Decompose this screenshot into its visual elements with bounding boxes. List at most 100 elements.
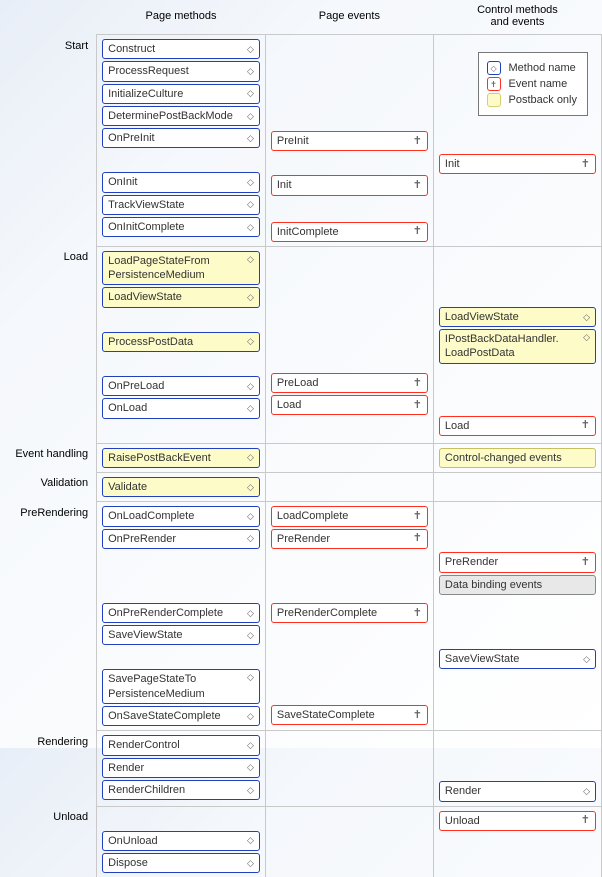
method-renderchildren: RenderChildren [102,780,260,800]
method-loadpagestate: LoadPageStateFrom PersistenceMedium [102,251,260,286]
cross-icon [581,815,590,826]
event-prerendercomplete: PreRenderComplete [271,603,428,623]
ctrl-method-loadviewstate: LoadViewState [439,307,596,327]
event-savestatecomplete: SaveStateComplete [271,705,428,725]
legend-method: ◇ Method name [487,61,577,75]
event-preinit: PreInit [271,131,428,151]
cross-icon [413,608,422,619]
method-onprerendercomplete: OnPreRenderComplete [102,603,260,623]
postback-swatch [487,93,501,107]
cross-icon [413,400,422,411]
method-construct: Construct [102,39,260,59]
legend: ◇ Method name ✝ Event name Postback only [478,52,588,116]
phase-validation: Validation [0,472,97,501]
diamond-icon [247,178,254,187]
method-onprerender: OnPreRender [102,529,260,549]
method-trackviewstate: TrackViewState [102,195,260,215]
diamond-icon [247,67,254,76]
diamond-icon: ◇ [487,61,501,75]
col-control: Control methods and events [433,0,601,35]
diamond-icon [247,483,254,492]
diamond-icon [247,200,254,209]
ctrl-method-saveviewstate: SaveViewState [439,649,596,669]
col-page-events: Page events [265,0,433,35]
lifecycle-table: Page methods Page events Control methods… [0,0,602,877]
diamond-icon [247,859,254,868]
method-saveviewstate: SaveViewState [102,625,260,645]
phase-start: Start [0,35,97,247]
diamond-icon [247,223,254,232]
diamond-icon [247,763,254,772]
diamond-icon [583,787,590,796]
event-loadcomplete: LoadComplete [271,506,428,526]
event-init: Init [271,175,428,195]
legend-event-label: Event name [509,78,568,90]
diamond-icon [247,293,254,302]
diamond-icon [247,112,254,121]
event-load: Load [271,395,428,415]
diamond-icon [583,333,590,342]
diamond-icon [247,786,254,795]
method-processrequest: ProcessRequest [102,61,260,81]
diamond-icon [247,89,254,98]
method-onpreload: OnPreLoad [102,376,260,396]
ctrl-databinding: Data binding events [439,575,596,595]
legend-method-label: Method name [509,62,576,74]
event-preload: PreLoad [271,373,428,393]
diamond-icon [247,512,254,521]
diamond-icon [247,609,254,618]
diamond-icon [583,655,590,664]
cross-icon [413,226,422,237]
diamond-icon [247,337,254,346]
cross-icon [581,557,590,568]
diamond-icon [247,534,254,543]
phase-load: Load [0,246,97,443]
method-render: Render [102,758,260,778]
method-onunload: OnUnload [102,831,260,851]
cross-icon [413,533,422,544]
diamond-icon [247,836,254,845]
method-rendercontrol: RenderControl [102,735,260,755]
cross-icon [413,378,422,389]
diamond-icon [247,712,254,721]
method-onload: OnLoad [102,398,260,418]
cross-icon [413,136,422,147]
method-dispose: Dispose [102,853,260,873]
method-oninitcomplete: OnInitComplete [102,217,260,237]
cross-icon [581,159,590,170]
method-onsavestatecomplete: OnSaveStateComplete [102,706,260,726]
diamond-icon [247,382,254,391]
method-loadviewstate: LoadViewState [102,287,260,307]
diamond-icon [247,453,254,462]
ctrl-event-controlchanged: Control-changed events [439,448,596,468]
cross-icon [413,710,422,721]
diamond-icon [583,313,590,322]
ctrl-event-init: Init [439,154,596,174]
col-page-methods: Page methods [97,0,266,35]
diamond-icon [247,631,254,640]
legend-postback: Postback only [487,93,577,107]
method-onloadcomplete: OnLoadComplete [102,506,260,526]
diamond-icon [247,741,254,750]
method-raisepostbackevent: RaisePostBackEvent [102,448,260,468]
ctrl-method-render: Render [439,781,596,801]
method-oninit: OnInit [102,172,260,192]
legend-event: ✝ Event name [487,77,577,91]
ctrl-event-unload: Unload [439,811,596,831]
method-processpostdata: ProcessPostData [102,332,260,352]
cross-icon: ✝ [487,77,501,91]
ctrl-event-prerender: PreRender [439,552,596,572]
cross-icon [413,511,422,522]
diamond-icon [247,673,254,682]
diamond-icon [247,404,254,413]
event-prerender: PreRender [271,529,428,549]
ctrl-method-ipostback: IPostBackDataHandler. LoadPostData [439,329,596,364]
diamond-icon [247,45,254,54]
legend-postback-label: Postback only [509,94,577,106]
method-determinepostbackmode: DeterminePostBackMode [102,106,260,126]
method-validate: Validate [102,477,260,497]
cross-icon [581,420,590,431]
cross-icon [413,180,422,191]
diamond-icon [247,134,254,143]
phase-prerendering: PreRendering [0,502,97,731]
